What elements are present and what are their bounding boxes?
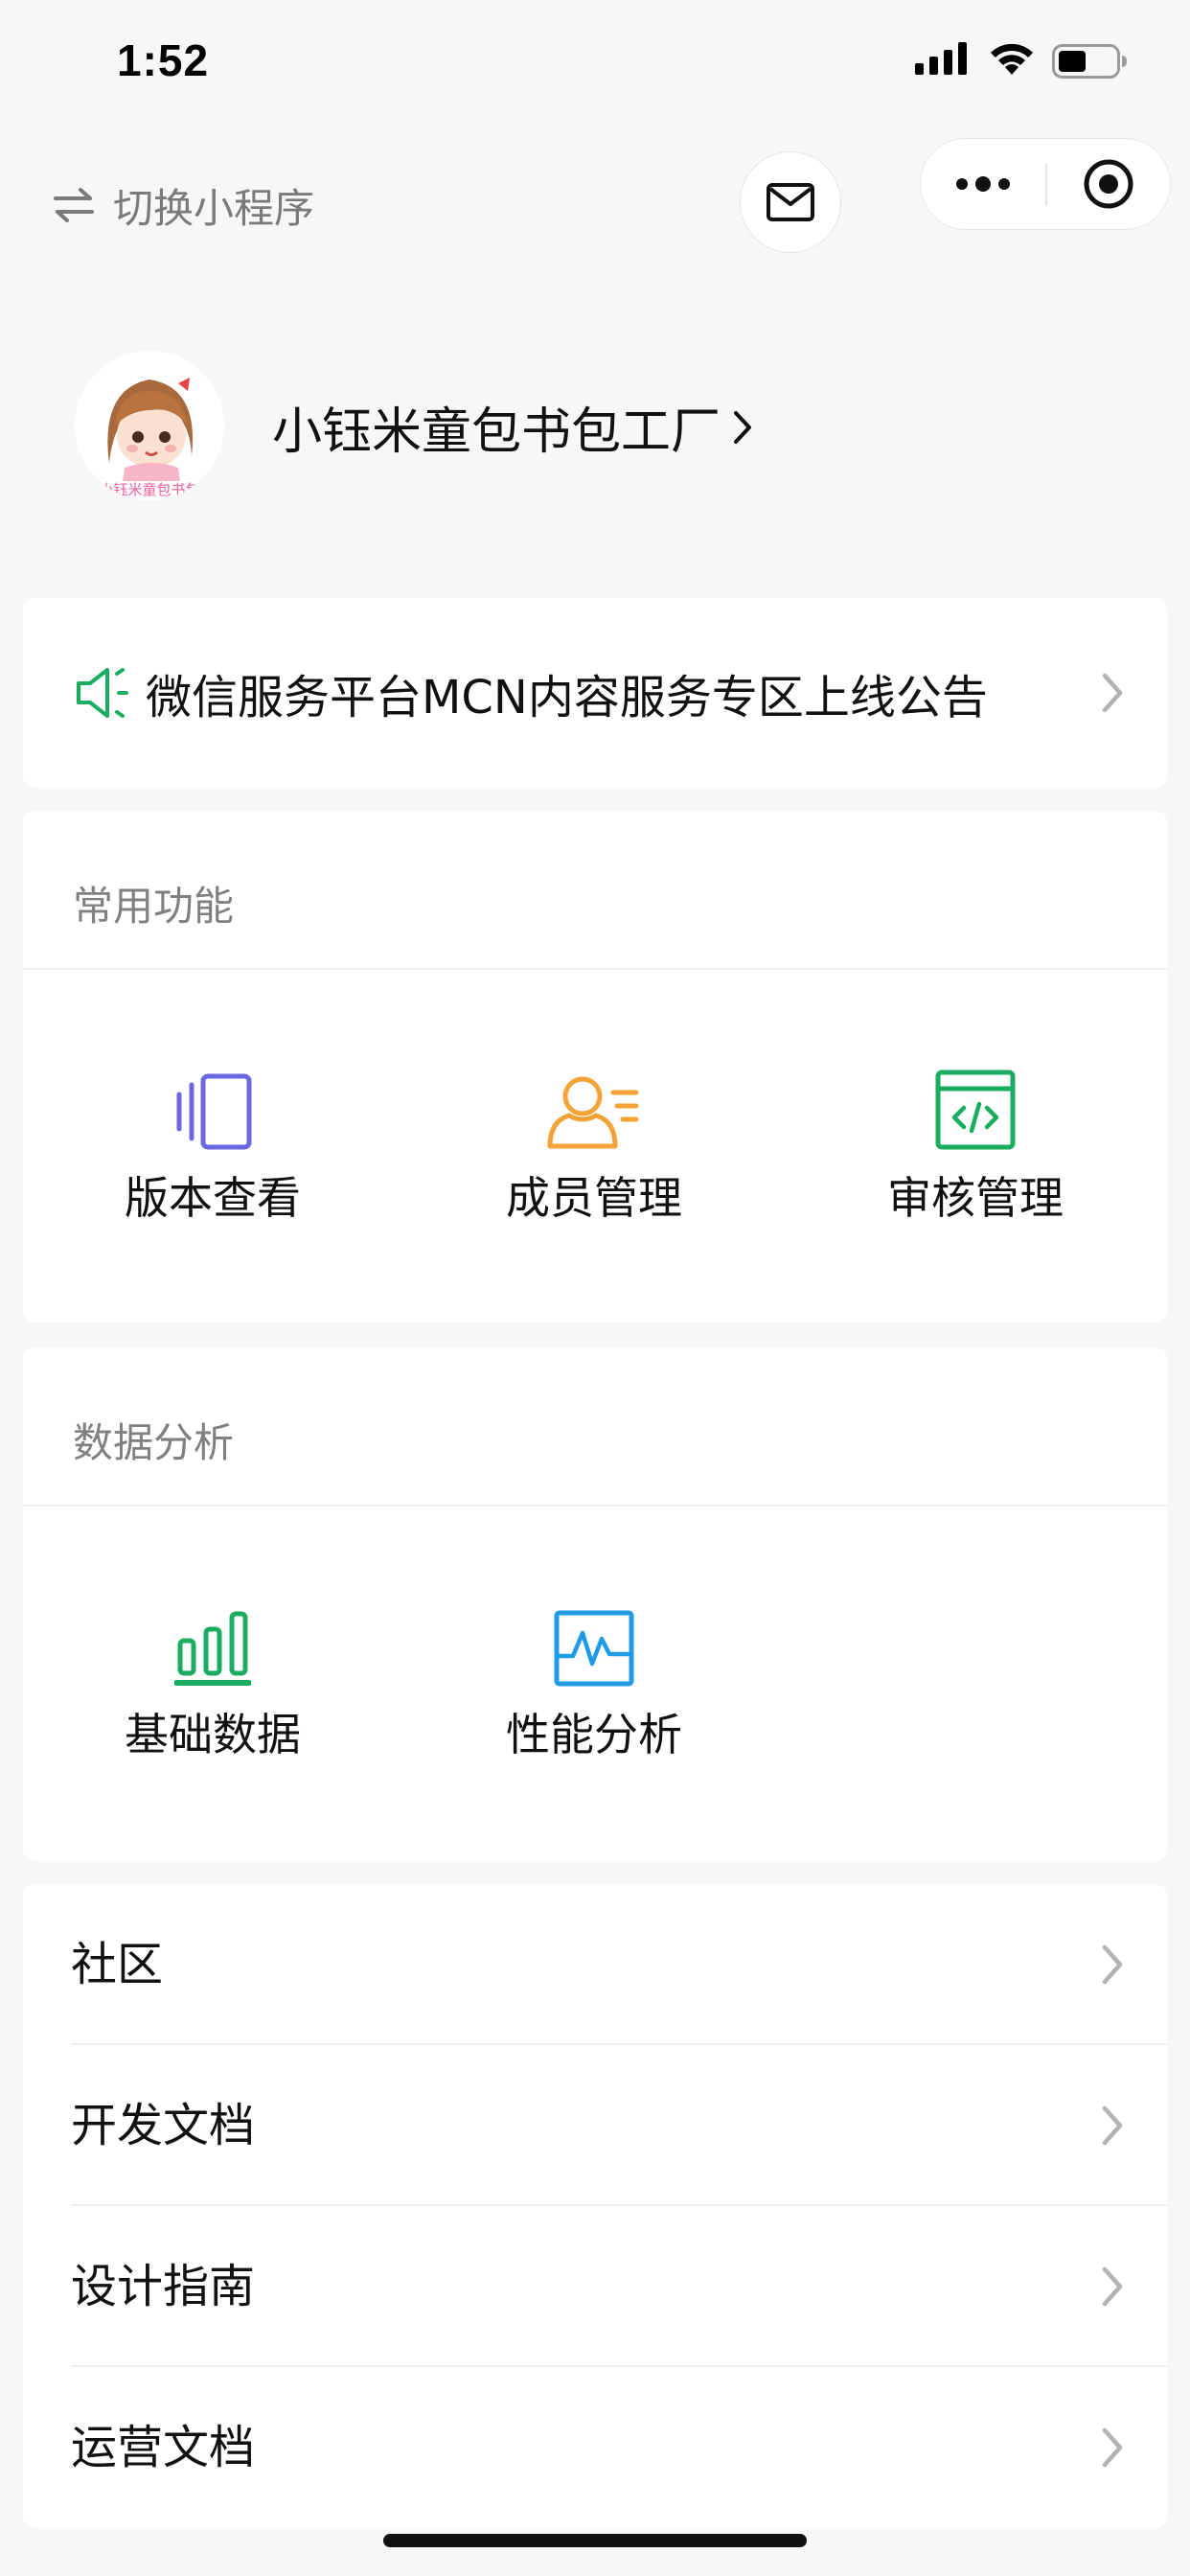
notice-text: 微信服务平台MCN内容服务专区上线公告 (146, 671, 988, 724)
avatar[interactable]: 小钰米童包书包 (75, 351, 224, 500)
profile-name-link[interactable]: 小钰米童包书包工厂 (272, 391, 755, 463)
section-title: 常用功能 (73, 883, 235, 930)
close-button[interactable] (1047, 139, 1170, 229)
list-item-label: 社区 (71, 1938, 164, 1991)
battery-icon (1052, 44, 1127, 79)
cellular-signal-icon (915, 42, 967, 75)
switch-label: 切换小程序 (113, 184, 315, 232)
list-item-label: 运营文档 (71, 2421, 256, 2474)
review-management-button[interactable]: 审核管理 (832, 1064, 1119, 1227)
list-item-design-guide[interactable]: 设计指南 (23, 2206, 1167, 2367)
chevron-right-icon (1102, 1944, 1123, 1985)
wifi-icon (991, 43, 1033, 75)
performance-analysis-button[interactable]: 性能分析 (450, 1600, 738, 1763)
list-item-label: 开发文档 (71, 2099, 256, 2152)
chevron-right-icon (1102, 673, 1123, 713)
divider (23, 1505, 1167, 1506)
notice-card[interactable]: 微信服务平台MCN内容服务专区上线公告 (23, 598, 1167, 788)
more-dots-icon (956, 176, 1010, 192)
review-code-icon (935, 1070, 1016, 1150)
divider (23, 968, 1167, 970)
close-target-icon (1084, 159, 1133, 209)
mail-icon (767, 183, 814, 221)
data-analysis-card: 数据分析 基础数据 性能分析 (23, 1347, 1167, 1861)
capsule-menu (920, 138, 1171, 230)
chevron-right-icon (1102, 2105, 1123, 2146)
link-list: 社区 开发文档 设计指南 运营文档 (23, 1884, 1167, 2528)
list-item-community[interactable]: 社区 (23, 1884, 1167, 2045)
chevron-right-icon (1102, 2266, 1123, 2307)
performance-icon (554, 1610, 634, 1687)
function-label: 审核管理 (887, 1172, 1064, 1224)
bar-chart-icon (174, 1611, 251, 1686)
function-label: 基础数据 (125, 1709, 301, 1760)
function-label: 性能分析 (506, 1709, 682, 1760)
version-view-button[interactable]: 版本查看 (69, 1064, 356, 1227)
list-item-dev-docs[interactable]: 开发文档 (23, 2045, 1167, 2206)
function-label: 成员管理 (506, 1172, 682, 1224)
section-title: 数据分析 (73, 1419, 235, 1466)
list-item-operations-docs[interactable]: 运营文档 (23, 2367, 1167, 2528)
avatar-cartoon-icon: 小钰米童包书包 (75, 351, 224, 500)
chevron-right-icon (1102, 2427, 1123, 2468)
member-icon (547, 1076, 639, 1149)
chevron-right-icon (734, 410, 752, 444)
switch-mini-program[interactable]: 切换小程序 (52, 178, 314, 232)
common-functions-card: 常用功能 版本查看 成员管理 审核管理 (23, 811, 1167, 1322)
mail-button[interactable] (740, 151, 841, 253)
basic-data-button[interactable]: 基础数据 (69, 1600, 356, 1763)
status-time: 1:52 (117, 35, 210, 85)
svg-text:小钰米童包书包: 小钰米童包书包 (99, 481, 199, 498)
list-item-label: 设计指南 (71, 2260, 256, 2313)
speaker-icon (77, 668, 128, 718)
function-label: 版本查看 (125, 1172, 301, 1224)
home-indicator[interactable] (383, 2534, 807, 2547)
member-management-button[interactable]: 成员管理 (450, 1064, 738, 1227)
switch-arrows-icon (54, 188, 94, 222)
profile-name: 小钰米童包书包工厂 (272, 403, 721, 461)
version-icon (176, 1073, 252, 1150)
more-button[interactable] (921, 139, 1045, 229)
